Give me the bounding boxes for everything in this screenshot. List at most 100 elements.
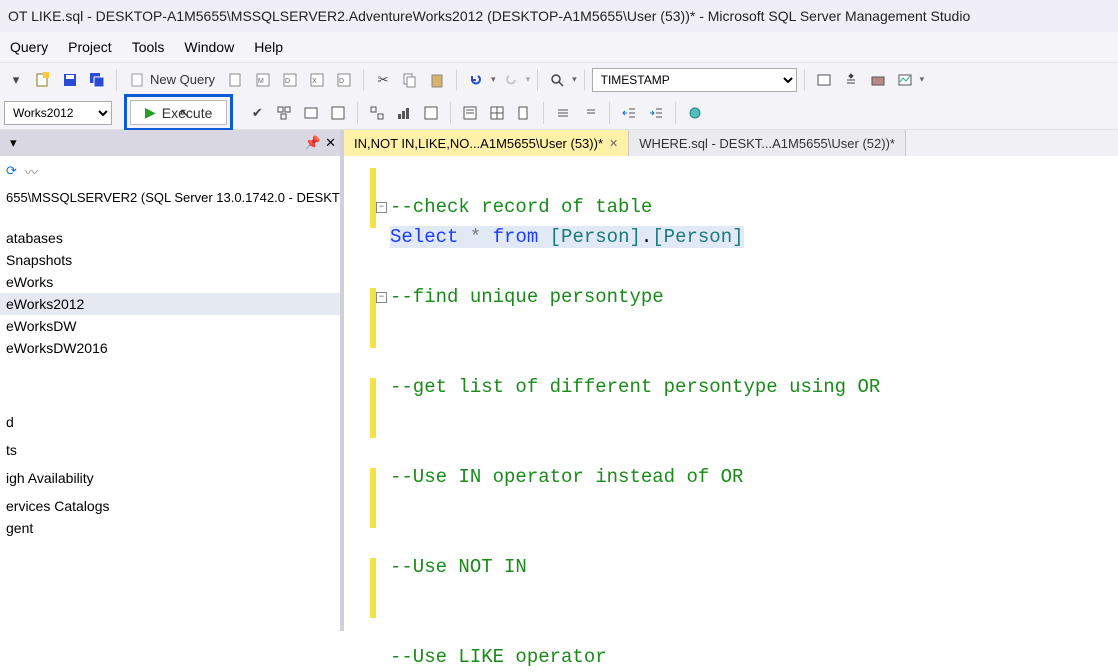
- tree-item[interactable]: atabases: [0, 227, 340, 249]
- tab-inactive[interactable]: WHERE.sql - DESKT...A1M5655\User (52))*: [629, 130, 906, 156]
- close-panel-icon[interactable]: ✕: [325, 135, 336, 151]
- main-toolbar: ▾ New Query M D X D ✂ ▾ ▾ ▾ TIMESTAMP ▾: [0, 62, 1118, 96]
- uncomment-icon[interactable]: [578, 101, 602, 125]
- tree-item[interactable]: gent: [0, 517, 340, 539]
- save-icon[interactable]: [58, 68, 82, 92]
- toolbox-icon[interactable]: [866, 68, 890, 92]
- collapse-toggle-icon[interactable]: −: [376, 292, 387, 303]
- code-comment: --find unique persontype: [390, 286, 664, 308]
- increase-indent-icon[interactable]: [644, 101, 668, 125]
- tab-label: WHERE.sql - DESKT...A1M5655\User (52))*: [639, 136, 895, 151]
- tree-item[interactable]: igh Availability: [0, 467, 340, 489]
- object-explorer-panel: ▾ 📌 ✕ ⟳ 〰 655\MSSQLSERVER2 (SQL Server 1…: [0, 130, 344, 631]
- intellisense-icon[interactable]: [326, 101, 350, 125]
- menu-help[interactable]: Help: [244, 35, 293, 59]
- database-tree: atabasesSnapshotseWorkseWorks2012eWorksD…: [0, 223, 340, 363]
- menu-project[interactable]: Project: [58, 35, 122, 59]
- tree-item[interactable]: eWorks: [0, 271, 340, 293]
- tree-item[interactable]: ervices Catalogs: [0, 495, 340, 517]
- registered-servers-icon[interactable]: [812, 68, 836, 92]
- dax-query-icon[interactable]: D: [332, 68, 356, 92]
- copy-icon[interactable]: [398, 68, 422, 92]
- execute-button[interactable]: ▶ Execute ↖: [130, 100, 227, 125]
- mdx-query-icon[interactable]: M: [251, 68, 275, 92]
- tree-item[interactable]: ts: [0, 439, 340, 461]
- parse-icon[interactable]: ✔: [245, 101, 269, 125]
- collapse-toggle-icon[interactable]: −: [376, 202, 387, 213]
- nav-dropdown-icon[interactable]: ▾: [4, 68, 28, 92]
- paste-icon[interactable]: [425, 68, 449, 92]
- db-query-icon[interactable]: [224, 68, 248, 92]
- tab-label: IN,NOT IN,LIKE,NO...A1M5655\User (53))*: [354, 136, 603, 151]
- comment-icon[interactable]: [551, 101, 575, 125]
- code-editor[interactable]: − − --check record of table Select * fro…: [344, 156, 1118, 672]
- query-options-icon[interactable]: [299, 101, 323, 125]
- timestamp-combo[interactable]: TIMESTAMP: [592, 68, 797, 92]
- panel-dropdown-icon[interactable]: ▾: [4, 135, 301, 151]
- document-tabs: IN,NOT IN,LIKE,NO...A1M5655\User (53))* ✕…: [344, 130, 1118, 156]
- new-query-label: New Query: [150, 72, 215, 87]
- database-combo[interactable]: Works2012: [4, 101, 112, 125]
- sql-toolbar: Works2012 ▶ Execute ↖ ✔: [0, 96, 1118, 130]
- cut-icon[interactable]: ✂: [371, 68, 395, 92]
- code-comment: --get list of different persontype using…: [390, 376, 880, 398]
- code-comment: --Use LIKE operator: [390, 646, 607, 668]
- results-text-icon[interactable]: [458, 101, 482, 125]
- object-explorer-header: ▾ 📌 ✕: [0, 130, 340, 156]
- title-bar: OT LIKE.sql - DESKTOP-A1M5655\MSSQLSERVE…: [0, 0, 1118, 32]
- properties-icon[interactable]: [839, 68, 863, 92]
- title-text: OT LIKE.sql - DESKTOP-A1M5655\MSSQLSERVE…: [8, 8, 970, 24]
- activity-monitor-icon[interactable]: [893, 68, 917, 92]
- menu-tools[interactable]: Tools: [122, 35, 175, 59]
- activity-icon[interactable]: 〰: [25, 162, 38, 181]
- find-icon[interactable]: [545, 68, 569, 92]
- code-comment: --check record of table: [390, 196, 652, 218]
- margin-column: [344, 162, 376, 672]
- code-text[interactable]: --check record of table Select * from [P…: [390, 162, 1118, 672]
- redo-icon[interactable]: [499, 68, 523, 92]
- code-keyword: Select: [390, 226, 458, 248]
- svg-text:X: X: [312, 78, 317, 85]
- code-comment: --Use IN operator instead of OR: [390, 466, 743, 488]
- code-identifier: [Person]: [652, 226, 743, 248]
- play-icon: ▶: [145, 104, 156, 121]
- editor-area: IN,NOT IN,LIKE,NO...A1M5655\User (53))* ✕…: [344, 130, 1118, 631]
- tree-item[interactable]: d: [0, 411, 340, 433]
- svg-text:M: M: [258, 78, 264, 85]
- refresh-icon[interactable]: ⟳: [6, 163, 17, 179]
- menu-window[interactable]: Window: [174, 35, 244, 59]
- execute-highlight: ▶ Execute ↖: [124, 94, 233, 131]
- tree-item[interactable]: eWorks2012: [0, 293, 340, 315]
- svg-text:D: D: [339, 78, 344, 85]
- xmla-query-icon[interactable]: X: [305, 68, 329, 92]
- undo-icon[interactable]: [464, 68, 488, 92]
- menu-bar: Query Project Tools Window Help: [0, 32, 1118, 62]
- include-live-stats-icon[interactable]: [419, 101, 443, 125]
- save-all-icon[interactable]: [85, 68, 109, 92]
- dmx-query-icon[interactable]: D: [278, 68, 302, 92]
- specify-values-icon[interactable]: [683, 101, 707, 125]
- close-tab-icon[interactable]: ✕: [609, 137, 618, 150]
- tree-item[interactable]: Snapshots: [0, 249, 340, 271]
- outline-column: − −: [376, 162, 390, 672]
- new-query-button[interactable]: New Query: [124, 68, 221, 92]
- server-connection-node[interactable]: 655\MSSQLSERVER2 (SQL Server 13.0.1742.0…: [0, 186, 340, 209]
- tree-item[interactable]: eWorksDW: [0, 315, 340, 337]
- code-identifier: [Person]: [550, 226, 641, 248]
- object-explorer-toolbar: ⟳ 〰: [0, 156, 340, 186]
- tab-active[interactable]: IN,NOT IN,LIKE,NO...A1M5655\User (53))* ✕: [344, 130, 629, 156]
- tree-item[interactable]: eWorksDW2016: [0, 337, 340, 359]
- include-stats-icon[interactable]: [392, 101, 416, 125]
- pin-icon[interactable]: 📌: [305, 135, 321, 151]
- display-plan-icon[interactable]: [272, 101, 296, 125]
- code-operator: *: [458, 226, 492, 248]
- menu-query[interactable]: Query: [0, 35, 58, 59]
- new-project-icon[interactable]: [31, 68, 55, 92]
- code-comment: --Use NOT IN: [390, 556, 527, 578]
- code-keyword: from: [493, 226, 539, 248]
- include-plan-icon[interactable]: [365, 101, 389, 125]
- svg-text:D: D: [285, 78, 290, 85]
- results-file-icon[interactable]: [512, 101, 536, 125]
- decrease-indent-icon[interactable]: [617, 101, 641, 125]
- results-grid-icon[interactable]: [485, 101, 509, 125]
